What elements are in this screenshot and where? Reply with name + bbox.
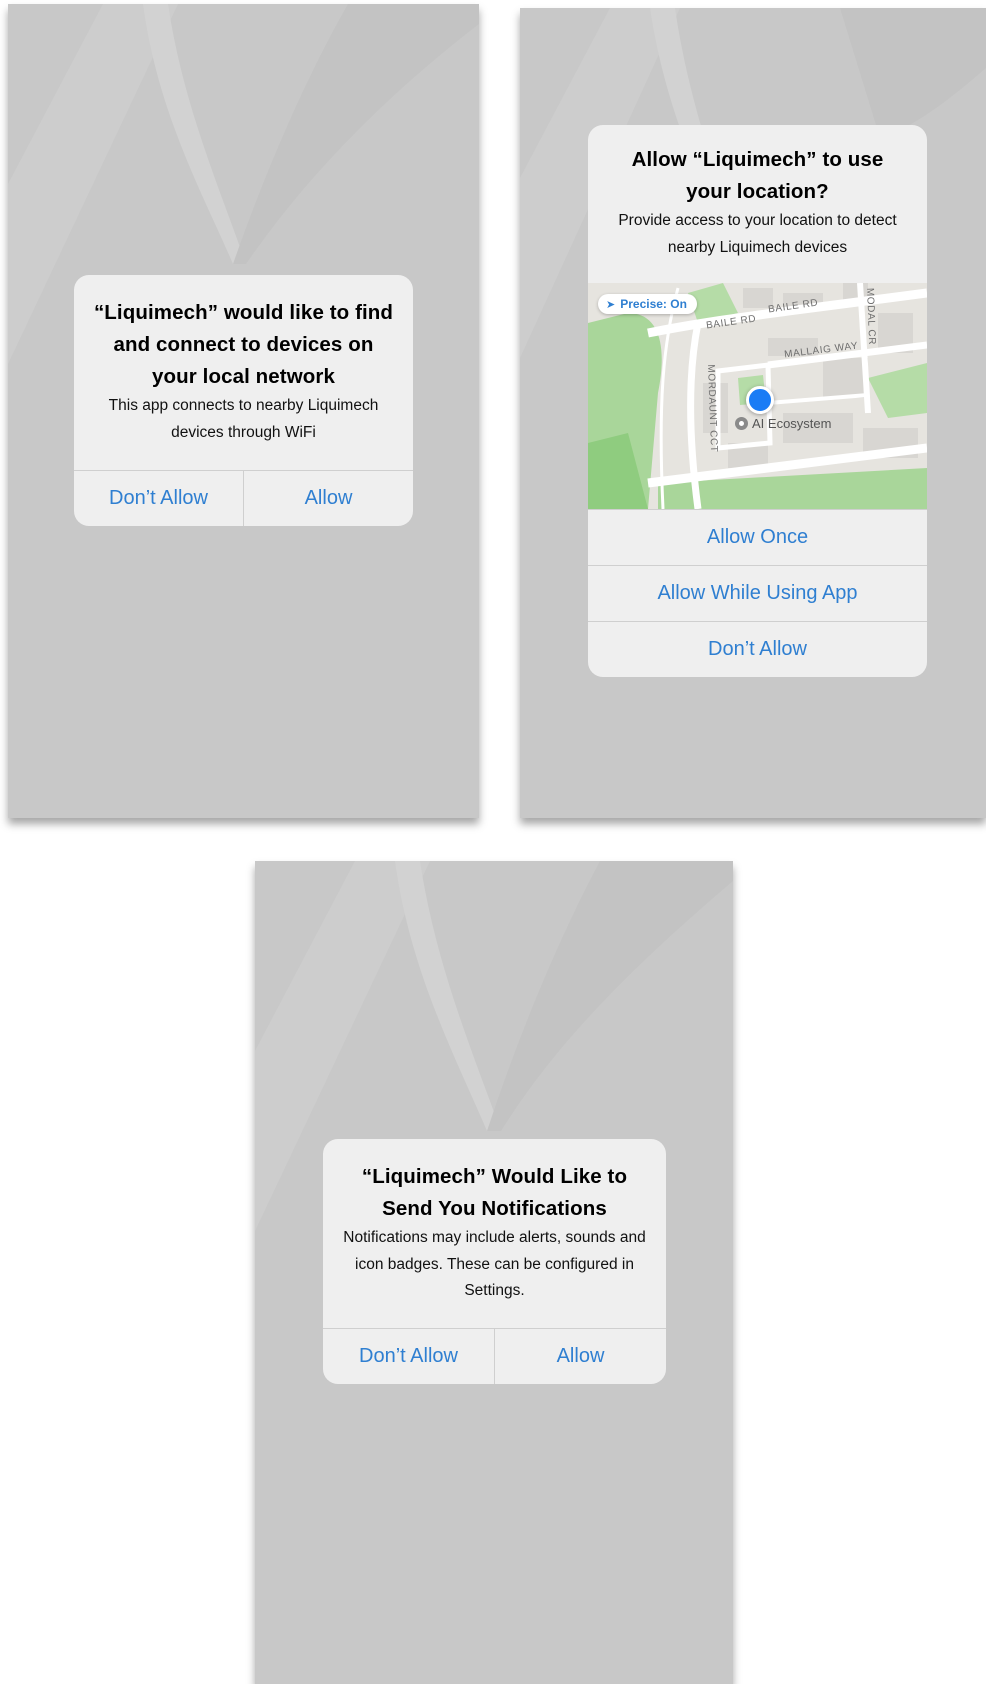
- dont-allow-button[interactable]: Don’t Allow: [74, 471, 243, 526]
- dont-allow-button[interactable]: Don’t Allow: [323, 1329, 494, 1384]
- alert-message: Provide access to your location to detec…: [618, 212, 897, 256]
- location-permission-screen: Allow “Liquimech” to use your location? …: [520, 8, 986, 818]
- precise-label: Precise: On: [620, 297, 687, 311]
- location-alert: Allow “Liquimech” to use your location? …: [588, 125, 927, 677]
- poi-label: AI Ecosystem: [752, 416, 832, 431]
- local-network-permission-screen: “Liquimech” would like to find and conne…: [8, 4, 479, 818]
- allow-while-using-app-button[interactable]: Allow While Using App: [588, 565, 927, 621]
- allow-button[interactable]: Allow: [494, 1329, 666, 1384]
- alert-message: Notifications may include alerts, sounds…: [343, 1229, 646, 1299]
- precise-location-toggle[interactable]: ➤ Precise: On: [598, 294, 697, 314]
- alert-button-row: Don’t Allow Allow: [323, 1328, 666, 1384]
- pin-icon: [735, 417, 748, 430]
- alert-button-row: Don’t Allow Allow: [74, 470, 413, 526]
- alert-message: This app connects to nearby Liquimech de…: [108, 397, 379, 441]
- notifications-permission-screen: “Liquimech” Would Like to Send You Notif…: [255, 861, 733, 1684]
- allow-button[interactable]: Allow: [243, 471, 413, 526]
- alert-title: “Liquimech” would like to find and conne…: [93, 301, 394, 388]
- location-arrow-icon: ➤: [606, 298, 616, 311]
- current-location-dot: [746, 386, 774, 414]
- dont-allow-button[interactable]: Don’t Allow: [588, 621, 927, 677]
- alert-title: Allow “Liquimech” to use your location?: [631, 148, 884, 203]
- notifications-alert: “Liquimech” Would Like to Send You Notif…: [323, 1139, 666, 1384]
- map-point-of-interest: AI Ecosystem: [735, 416, 831, 431]
- alert-title: “Liquimech” Would Like to Send You Notif…: [361, 1165, 628, 1220]
- local-network-alert: “Liquimech” would like to find and conne…: [74, 275, 413, 526]
- allow-once-button[interactable]: Allow Once: [588, 509, 927, 565]
- location-map[interactable]: ➤ Precise: On BAILE RD BAILE RD MALLAIG …: [588, 283, 927, 509]
- alert-button-stack: Allow Once Allow While Using App Don’t A…: [588, 509, 927, 677]
- road-label: MODAL CR: [864, 287, 878, 346]
